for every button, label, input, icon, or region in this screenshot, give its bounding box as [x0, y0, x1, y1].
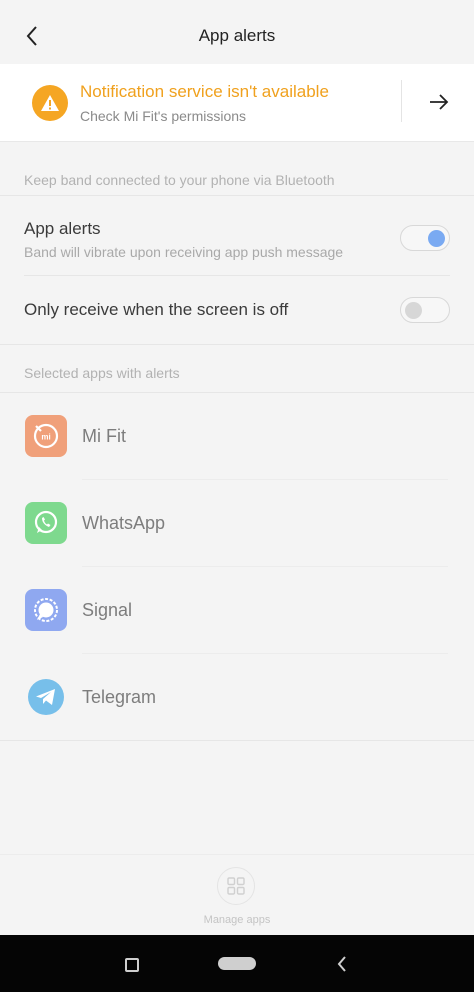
divider	[0, 344, 474, 345]
app-alerts-title: App alerts	[24, 219, 101, 238]
toggle-knob	[405, 302, 422, 319]
chevron-left-icon	[337, 956, 346, 972]
app-row-mi-fit[interactable]: mi Mi Fit	[0, 393, 474, 480]
system-back-button[interactable]	[334, 954, 350, 974]
app-alerts-toggle[interactable]	[400, 225, 450, 251]
app-row-signal[interactable]: Signal	[0, 567, 474, 654]
svg-text:mi: mi	[41, 433, 50, 442]
app-row-whatsapp[interactable]: WhatsApp	[0, 480, 474, 567]
whatsapp-icon	[25, 502, 67, 544]
banner-subtitle: Check Mi Fit's permissions	[80, 108, 247, 124]
mi-fit-icon: mi	[25, 415, 67, 457]
warning-icon	[32, 85, 68, 121]
top-bar: App alerts	[0, 0, 474, 64]
grid-icon	[227, 877, 245, 895]
banner-title: Notification service isn't available	[80, 82, 329, 101]
banner-divider	[401, 80, 402, 122]
divider	[0, 740, 474, 741]
app-name: Telegram	[82, 687, 157, 707]
app-name: WhatsApp	[82, 513, 166, 533]
screen-off-toggle[interactable]	[400, 297, 450, 323]
app-name: Signal	[82, 600, 133, 620]
arrow-right-icon	[430, 94, 449, 110]
telegram-icon	[25, 676, 67, 718]
section-label-apps: Selected apps with alerts	[24, 365, 180, 381]
screen-off-title: Only receive when the screen is off	[24, 300, 289, 319]
page-title: App alerts	[198, 26, 276, 45]
toggle-knob	[428, 230, 445, 247]
open-permissions-button[interactable]	[424, 88, 454, 116]
recent-apps-button[interactable]	[125, 958, 139, 972]
app-name: Mi Fit	[82, 426, 126, 446]
app-row-telegram[interactable]: Telegram	[0, 654, 474, 741]
signal-icon	[25, 589, 67, 631]
manage-apps-label: Manage apps	[203, 914, 271, 926]
app-alerts-subtitle: Band will vibrate upon receiving app pus…	[24, 244, 344, 260]
notification-warning-banner[interactable]	[0, 64, 474, 142]
divider	[24, 275, 450, 276]
home-button[interactable]	[218, 957, 256, 970]
divider	[0, 195, 474, 196]
section-label-connection: Keep band connected to your phone via Bl…	[24, 172, 335, 188]
manage-apps-button[interactable]	[217, 867, 255, 905]
